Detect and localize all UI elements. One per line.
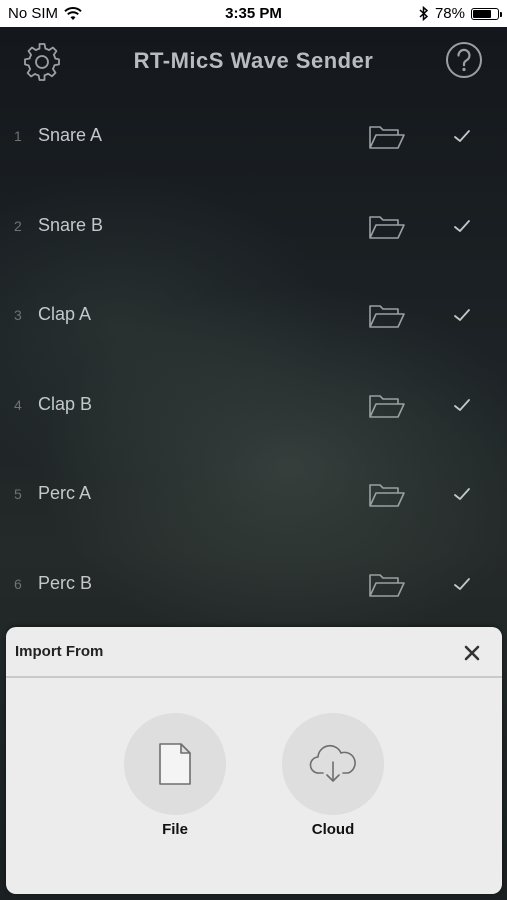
open-folder-button[interactable] [368, 572, 406, 598]
slot-row: 1 Snare A [0, 90, 507, 180]
checkmark-icon [454, 130, 470, 142]
open-folder-button[interactable] [368, 303, 406, 329]
close-icon [464, 645, 480, 661]
status-bar: No SIM 3:35 PM 78% [0, 0, 507, 27]
slot-name[interactable]: Clap B [38, 394, 92, 415]
slot-number: 2 [14, 217, 22, 234]
close-button[interactable] [461, 642, 483, 664]
import-cloud-option[interactable]: Cloud [282, 713, 384, 838]
battery-level [473, 9, 491, 18]
file-label: File [162, 821, 188, 838]
enabled-checkmark[interactable] [452, 485, 472, 503]
folder-open-icon [369, 126, 405, 149]
enabled-checkmark[interactable] [452, 575, 472, 593]
cloud-download-icon [309, 744, 356, 782]
slot-row: 2 Snare B [0, 180, 507, 270]
checkmark-icon [454, 309, 470, 321]
question-circle-icon [446, 42, 482, 78]
import-sheet-header: Import From [6, 627, 502, 678]
enabled-checkmark[interactable] [452, 396, 472, 414]
checkmark-icon [454, 488, 470, 500]
slot-name[interactable]: Clap A [38, 304, 91, 325]
slot-row: 5 Perc A [0, 448, 507, 538]
enabled-checkmark[interactable] [452, 127, 472, 145]
app-title: RT-MicS Wave Sender [133, 48, 374, 73]
enabled-checkmark[interactable] [452, 306, 472, 324]
battery-percent: 78% [434, 5, 465, 22]
header: RT-MicS Wave Sender [0, 27, 507, 97]
folder-open-icon [369, 484, 405, 507]
import-file-option[interactable]: File [124, 713, 226, 838]
import-sheet: Import From File Cloud [6, 627, 502, 894]
cloud-label: Cloud [311, 821, 355, 838]
slot-number: 3 [14, 307, 22, 323]
slot-number: 1 [14, 128, 22, 144]
slot-name[interactable]: Snare B [38, 215, 103, 236]
checkmark-icon [454, 398, 470, 411]
status-right: 78% [419, 5, 502, 22]
open-folder-button[interactable] [368, 482, 406, 508]
open-folder-button[interactable] [368, 214, 406, 240]
slot-number: 4 [14, 396, 22, 413]
open-folder-button[interactable] [368, 124, 406, 150]
slot-number: 6 [14, 575, 22, 592]
slot-name[interactable]: Snare A [38, 125, 102, 146]
open-folder-button[interactable] [368, 393, 406, 419]
slot-row: 3 Clap A [0, 269, 507, 359]
slot-list: 1 Snare A 2 Snare B 3 Clap A 4 Clap B 5 … [0, 90, 507, 627]
battery-icon [471, 7, 502, 20]
cloud-button[interactable] [282, 713, 384, 815]
checkmark-icon [454, 219, 470, 232]
folder-open-icon [369, 573, 405, 597]
folder-open-icon [369, 305, 405, 328]
slot-name[interactable]: Perc B [38, 573, 92, 594]
folder-open-icon [369, 215, 405, 239]
slot-row: 4 Clap B [0, 359, 507, 449]
slot-number: 5 [14, 486, 22, 502]
file-icon [159, 743, 191, 785]
enabled-checkmark[interactable] [452, 217, 472, 235]
file-button[interactable] [124, 713, 226, 815]
checkmark-icon [454, 577, 470, 590]
slot-name[interactable]: Perc A [38, 483, 91, 504]
help-button[interactable] [445, 41, 483, 79]
import-sheet-title: Import From [15, 643, 104, 660]
slot-row: 6 Perc B [0, 538, 507, 628]
folder-open-icon [369, 394, 405, 418]
bluetooth-icon [419, 6, 429, 21]
